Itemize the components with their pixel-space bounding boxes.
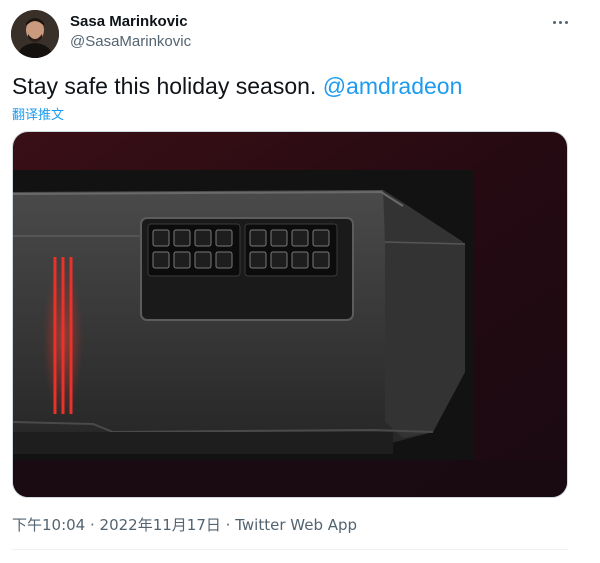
tweet-date[interactable]: 2022年11月17日 bbox=[100, 516, 221, 534]
separator: · bbox=[220, 516, 236, 534]
divider bbox=[12, 549, 568, 550]
tweet-metadata: 下午10:04 · 2022年11月17日 · Twitter Web App bbox=[12, 515, 357, 535]
avatar-photo bbox=[11, 10, 59, 58]
tweet-time[interactable]: 下午10:04 bbox=[12, 516, 85, 534]
more-horizontal-icon[interactable] bbox=[548, 12, 572, 32]
translate-tweet-link[interactable]: 翻译推文 bbox=[12, 104, 64, 123]
tweet-source[interactable]: Twitter Web App bbox=[235, 516, 357, 534]
author-name[interactable]: Sasa Marinkovic bbox=[70, 13, 188, 31]
author-handle[interactable]: @SasaMarinkovic bbox=[70, 33, 191, 51]
mention-link[interactable]: @amdradeon bbox=[323, 73, 463, 99]
separator: · bbox=[85, 516, 100, 534]
gpu-power-connector-photo bbox=[13, 132, 567, 497]
avatar[interactable] bbox=[11, 10, 59, 58]
tweet-media-image[interactable] bbox=[12, 131, 568, 498]
tweet-body: Stay safe this holiday season. bbox=[12, 73, 323, 99]
tweet-text: Stay safe this holiday season. @amdradeo… bbox=[12, 72, 462, 100]
